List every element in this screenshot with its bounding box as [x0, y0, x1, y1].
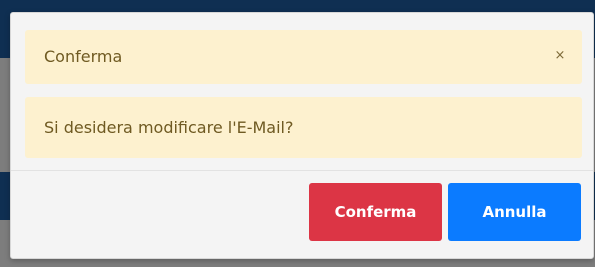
- cancel-button[interactable]: Annulla: [448, 183, 581, 241]
- footer-divider: [11, 170, 593, 171]
- dialog-title: Conferma: [44, 47, 123, 66]
- dialog-body: Si desidera modificare l'E-Mail?: [25, 97, 582, 158]
- confirm-dialog: Conferma × Si desidera modificare l'E-Ma…: [10, 12, 594, 259]
- confirm-button[interactable]: Conferma: [309, 183, 442, 241]
- close-icon[interactable]: ×: [553, 48, 567, 64]
- dialog-header: Conferma ×: [25, 30, 582, 84]
- dialog-message: Si desidera modificare l'E-Mail?: [44, 118, 294, 137]
